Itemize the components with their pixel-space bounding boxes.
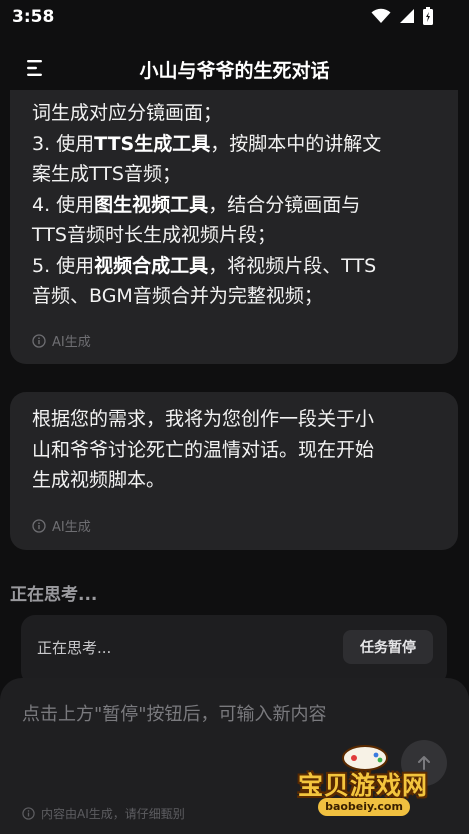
ai-generated-tag: AI生成 bbox=[32, 331, 91, 350]
line-segment: 生成视频脚本。 bbox=[32, 469, 166, 491]
task-status-card: 正在思考... 任务暂停 bbox=[21, 615, 447, 685]
pause-task-button[interactable]: 任务暂停 bbox=[343, 630, 433, 664]
line-segment: 5. 使用 bbox=[32, 254, 95, 277]
info-icon bbox=[22, 807, 35, 820]
watermark-url: baobeiy.com bbox=[318, 798, 410, 816]
message-line: TTS音频时长生成视频片段； bbox=[32, 220, 436, 251]
line-segment: ，按脚本中的讲解文 bbox=[210, 132, 382, 155]
tool-name: 图生视频工具 bbox=[94, 193, 209, 216]
assistant-message: 词生成对应分镜画面； 3. 使用TTS生成工具，按脚本中的讲解文案生成TTS音频；… bbox=[10, 90, 458, 364]
message-line: 3. 使用TTS生成工具，按脚本中的讲解文 bbox=[32, 129, 436, 160]
message-line: 生成视频脚本。 bbox=[32, 465, 436, 496]
disclaimer: 内容由AI生成，请仔细甄别 bbox=[22, 805, 185, 822]
line-segment: 山和爷爷讨论死亡的温情对话。现在开始 bbox=[32, 438, 375, 461]
ai-generated-label: AI生成 bbox=[52, 335, 91, 350]
cellular-signal-icon bbox=[399, 8, 415, 24]
status-bar: 3:58 bbox=[0, 0, 469, 34]
status-time: 3:58 bbox=[12, 7, 55, 27]
message-line: 音频、BGM音频合并为完整视频； bbox=[32, 281, 436, 312]
line-segment: 词生成对应分镜画面； bbox=[32, 102, 223, 124]
message-line: 根据您的需求，我将为您创作一段关于小 bbox=[32, 404, 436, 435]
battery-charging-icon bbox=[423, 7, 433, 25]
message-input[interactable]: 点击上方"暂停"按钮后，可输入新内容 bbox=[22, 700, 327, 726]
tool-name: TTS生成工具 bbox=[94, 132, 211, 155]
message-text: 词生成对应分镜画面； 3. 使用TTS生成工具，按脚本中的讲解文案生成TTS音频；… bbox=[32, 98, 436, 312]
ai-generated-tag: AI生成 bbox=[32, 516, 91, 535]
line-segment: 案生成TTS音频； bbox=[32, 163, 181, 185]
message-line: 案生成TTS音频； bbox=[32, 159, 436, 190]
disclaimer-text: 内容由AI生成，请仔细甄别 bbox=[41, 807, 185, 821]
line-segment: 3. 使用 bbox=[32, 132, 95, 155]
line-segment: 音频、BGM音频合并为完整视频； bbox=[32, 285, 323, 307]
line-segment: 4. 使用 bbox=[32, 193, 95, 216]
tool-name: 视频合成工具 bbox=[94, 254, 209, 277]
info-icon bbox=[32, 518, 46, 533]
line-segment: ，结合分镜画面与 bbox=[208, 193, 361, 216]
line-segment: TTS音频时长生成视频片段； bbox=[32, 224, 276, 246]
assistant-message: 根据您的需求，我将为您创作一段关于小 山和爷爷讨论死亡的温情对话。现在开始 生成视频… bbox=[10, 392, 458, 550]
task-status-text: 正在思考... bbox=[37, 639, 112, 657]
page-title: 小山与爷爷的生死对话 bbox=[139, 60, 330, 82]
message-line: 词生成对应分镜画面； bbox=[32, 98, 436, 129]
wifi-icon bbox=[371, 8, 391, 24]
line-segment: ，将视频片段、TTS bbox=[208, 254, 377, 277]
status-icons bbox=[371, 7, 433, 25]
watermark-logo: 宝贝游戏网 baobeiy.com bbox=[296, 738, 436, 828]
thinking-status: 正在思考... bbox=[10, 585, 98, 605]
message-line: 山和爷爷讨论死亡的温情对话。现在开始 bbox=[32, 435, 436, 466]
message-text: 根据您的需求，我将为您创作一段关于小 山和爷爷讨论死亡的温情对话。现在开始 生成视频… bbox=[32, 404, 436, 496]
watermark-title: 宝贝游戏网 bbox=[298, 771, 429, 800]
ai-generated-label: AI生成 bbox=[52, 520, 91, 535]
message-line: 5. 使用视频合成工具，将视频片段、TTS bbox=[32, 251, 436, 282]
info-icon bbox=[32, 333, 46, 348]
message-line: 4. 使用图生视频工具，结合分镜画面与 bbox=[32, 190, 436, 221]
line-segment: 根据您的需求，我将为您创作一段关于小 bbox=[32, 408, 375, 430]
